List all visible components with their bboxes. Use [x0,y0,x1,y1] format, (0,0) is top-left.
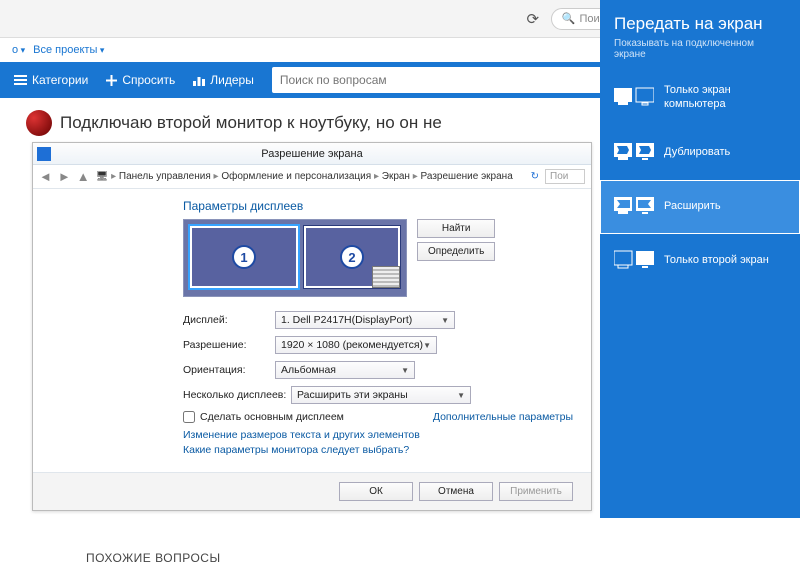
display-select[interactable]: 1. Dell P2417H(DisplayPort)▼ [275,311,455,329]
question-title-text: Подключаю второй монитор к ноутбуку, но … [60,113,442,133]
nav-leaders[interactable]: Лидеры [193,73,254,87]
monitor-2[interactable]: 2 [304,226,400,288]
breadcrumb[interactable]: 🖥Панель управленияОформление и персонали… [96,171,525,182]
project-option-label: Только второй экран [664,254,769,268]
ok-button[interactable]: ОК [339,482,413,501]
nav-categories[interactable]: Категории [14,73,88,87]
nav-leaders-label: Лидеры [210,73,254,87]
back-icon[interactable]: ◄ [39,169,52,184]
explorer-toolbar: ◄ ► ▲ 🖥Панель управленияОформление и пер… [33,165,591,189]
text-size-link[interactable]: Изменение размеров текста и других элеме… [183,429,573,441]
find-button[interactable]: Найти [417,219,495,238]
site-search[interactable]: 🔍 [272,67,652,93]
similar-questions-heading: ПОХОЖИЕ ВОПРОСЫ [86,551,800,565]
label-resolution: Разрешение: [183,339,275,351]
nav-ask[interactable]: Спросить [106,73,175,87]
window-titlebar: Разрешение экрана [33,143,591,165]
orientation-select[interactable]: Альбомная▼ [275,361,415,379]
label-orientation: Ориентация: [183,364,275,376]
project-option-duplicate[interactable]: Дублировать [600,126,800,180]
advanced-settings-link[interactable]: Дополнительные параметры [433,411,573,423]
site-search-input[interactable] [280,73,629,87]
detect-button[interactable]: Определить [417,242,495,261]
charm-subtitle: Показывать на подключенном экране [600,38,800,70]
window-title-text: Разрешение экрана [261,148,362,160]
label-multiple-displays: Несколько дисплеев: [183,389,291,401]
embedded-screenshot-window: Разрешение экрана ◄ ► ▲ 🖥Панель управлен… [32,142,592,511]
project-option-label: Дублировать [664,146,730,160]
duplicate-icon [614,140,654,166]
project-option-pc-only[interactable]: Только экран компьютера [600,70,800,126]
monitor-1[interactable]: 1 [190,226,298,288]
refresh-icon[interactable]: ↻ [531,171,539,182]
up-icon[interactable]: ▲ [77,169,90,184]
make-main-label: Сделать основным дисплеем [200,411,344,423]
project-charm-panel: Передать на экран Показывать на подключе… [600,0,800,518]
cancel-button[interactable]: Отмена [419,482,493,501]
extend-icon [614,194,654,220]
question-avatar-icon [26,110,52,136]
control-panel-search[interactable]: Пои [545,169,585,184]
multiple-displays-select[interactable]: Расширить эти экраны▼ [291,386,471,404]
bookmark-all-projects[interactable]: Все проекты [33,44,104,56]
search-icon: 🔍 [562,12,576,25]
apply-button[interactable]: Применить [499,482,573,501]
project-option-second-only[interactable]: Только второй экран [600,234,800,288]
resolution-select[interactable]: 1920 × 1080 (рекомендуется)▼ [275,336,437,354]
make-main-checkbox[interactable] [183,411,195,423]
section-heading: Параметры дисплеев [183,199,573,213]
keyboard-icon [372,266,400,288]
forward-icon[interactable]: ► [58,169,71,184]
display-settings-body: Параметры дисплеев 1 2 Найти Определить … [33,189,591,472]
dialog-button-row: ОК Отмена Применить [33,472,591,510]
project-option-label: Расширить [664,200,721,214]
second-only-icon [614,248,654,274]
window-app-icon [37,147,51,161]
which-monitor-link[interactable]: Какие параметры монитора следует выбрать… [183,444,573,456]
nav-ask-label: Спросить [122,73,175,87]
bookmark-back[interactable]: о [12,44,25,56]
nav-categories-label: Категории [32,73,88,87]
charm-title: Передать на экран [600,14,800,38]
label-display: Дисплей: [183,314,275,326]
reload-icon[interactable]: ⟳ [521,7,545,31]
pc-only-icon [614,85,654,111]
project-option-extend[interactable]: Расширить [600,180,800,234]
monitor-layout-preview[interactable]: 1 2 [183,219,407,297]
project-option-label: Только экран компьютера [664,84,786,112]
